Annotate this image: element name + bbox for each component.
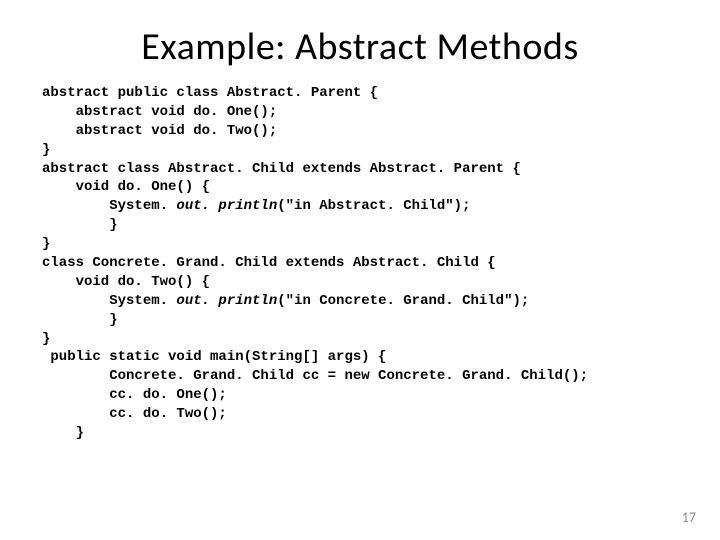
code-line: ("in Concrete. Grand. Child"); — [277, 293, 529, 309]
code-line: System. — [42, 293, 176, 309]
page-number: 17 — [682, 509, 696, 526]
code-line: Concrete. Grand. Child cc = new Concrete… — [42, 368, 588, 384]
code-line: } — [42, 425, 84, 441]
code-line: abstract class Abstract. Child extends A… — [42, 161, 521, 177]
code-line: ("in Abstract. Child"); — [277, 198, 470, 214]
code-italic: out. println — [176, 293, 277, 309]
code-line: } — [42, 331, 50, 347]
code-line: public static void main(String[] args) { — [42, 349, 386, 365]
code-line: abstract public class Abstract. Parent { — [42, 85, 378, 101]
code-line: void do. One() { — [42, 179, 210, 195]
code-line: void do. Two() { — [42, 274, 210, 290]
code-line: abstract void do. Two(); — [42, 123, 277, 139]
code-line: } — [42, 236, 50, 252]
code-line: } — [42, 217, 118, 233]
code-line: } — [42, 312, 118, 328]
code-line: cc. do. One(); — [42, 387, 227, 403]
slide-title: Example: Abstract Methods — [0, 0, 720, 78]
code-line: System. — [42, 198, 176, 214]
code-line: cc. do. Two(); — [42, 406, 227, 422]
slide: Example: Abstract Methods abstract publi… — [0, 0, 720, 540]
code-line: } — [42, 142, 50, 158]
code-line: class Concrete. Grand. Child extends Abs… — [42, 255, 496, 271]
code-line: abstract void do. One(); — [42, 104, 277, 120]
code-italic: out. println — [176, 198, 277, 214]
code-block: abstract public class Abstract. Parent {… — [0, 78, 720, 443]
